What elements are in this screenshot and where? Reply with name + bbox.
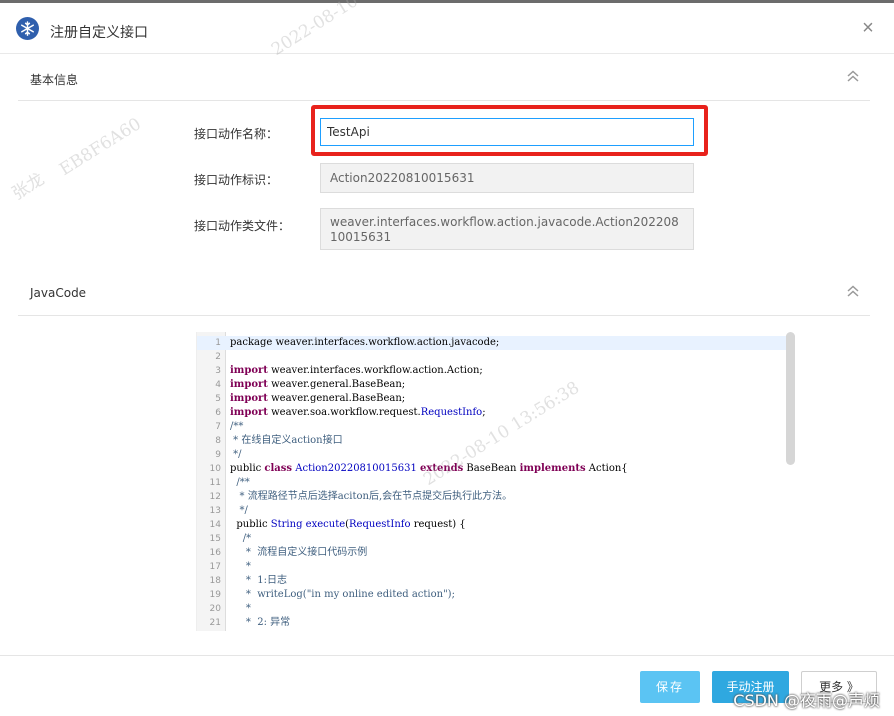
code-line[interactable]: 9 */ <box>197 448 787 462</box>
line-number: 14 <box>209 520 221 530</box>
code-text: * 在线自定义action接口 <box>230 435 343 446</box>
java-code-editor[interactable]: 1 package weaver.interfaces.workflow.acti… <box>196 332 796 631</box>
code-text: * 流程自定义接口代码示例 <box>230 547 368 558</box>
watermark-code: EB8F6A60 <box>56 114 145 180</box>
line-number: 11 <box>209 478 221 488</box>
section-header-java-code: JavaCode <box>18 270 870 316</box>
line-number: 5 <box>215 394 221 404</box>
code-line[interactable]: 12 * 流程路径节点后选择aciton后,会在节点提交后执行此方法。 <box>197 490 787 504</box>
code-line[interactable]: 20 * <box>197 602 787 616</box>
code-text: */ <box>230 449 242 460</box>
line-number: 21 <box>209 618 221 628</box>
action-class-label: 接口动作类文件： <box>194 219 291 233</box>
code-line[interactable]: 21 * 2: 异常 <box>197 616 787 630</box>
code-text: /** <box>230 421 244 432</box>
action-name-input[interactable] <box>320 118 694 146</box>
action-class-value: weaver.interfaces.workflow.action.javaco… <box>320 208 694 250</box>
code-text: /* <box>230 533 252 544</box>
line-number: 12 <box>209 492 221 502</box>
code-text: * 2: 异常 <box>230 617 291 628</box>
line-number: 20 <box>209 604 221 614</box>
code-line[interactable]: 1 package weaver.interfaces.workflow.acti… <box>197 336 787 350</box>
csdn-watermark: CSDN @夜雨@声烦 <box>733 691 880 710</box>
code-text: import weaver.general.BaseBean; <box>230 379 406 390</box>
code-line[interactable]: 10 public class Action20220810015631 exte… <box>197 462 787 476</box>
code-text: import weaver.soa.workflow.request.Reque… <box>230 407 486 418</box>
line-number: 9 <box>215 450 221 460</box>
action-name-label: 接口动作名称： <box>194 127 279 141</box>
code-text: public class Action20220810015631 extend… <box>230 463 628 474</box>
code-text: import weaver.general.BaseBean; <box>230 393 406 404</box>
code-line[interactable]: 17 * <box>197 560 787 574</box>
code-text: */ <box>230 505 248 516</box>
code-line[interactable]: 11 /** <box>197 476 787 490</box>
line-number: 19 <box>209 590 221 600</box>
code-line[interactable]: 14 public String execute(RequestInfo req… <box>197 518 787 532</box>
line-number: 1 <box>215 338 221 348</box>
save-button[interactable]: 保存 <box>640 671 700 703</box>
dialog-title: 注册自定义接口 <box>50 25 148 41</box>
code-text: * 流程路径节点后选择aciton后,会在节点提交后执行此方法。 <box>230 491 513 502</box>
line-number: 6 <box>215 408 221 418</box>
code-line[interactable]: 16 * 流程自定义接口代码示例 <box>197 546 787 560</box>
line-number: 4 <box>215 380 221 390</box>
section-title-java-code: JavaCode <box>30 286 87 300</box>
section-title-basic-info: 基本信息 <box>30 73 79 87</box>
watermark-name: 张龙 <box>8 169 49 205</box>
line-number: 16 <box>209 548 221 558</box>
code-line[interactable]: 4 import weaver.general.BaseBean; <box>197 378 787 392</box>
code-line[interactable]: 7 /** <box>197 420 787 434</box>
code-editor-scrollbar-thumb[interactable] <box>786 332 795 465</box>
code-line[interactable]: 13 */ <box>197 504 787 518</box>
line-number: 13 <box>209 506 221 516</box>
code-text: * 1:日志 <box>230 575 287 586</box>
code-line[interactable]: 5 import weaver.general.BaseBean; <box>197 392 787 406</box>
line-number: 10 <box>209 464 221 474</box>
line-number: 7 <box>215 422 221 432</box>
code-text: * <box>230 603 251 614</box>
code-text: /** <box>230 477 250 488</box>
action-id-value: Action20220810015631 <box>320 163 694 193</box>
code-text: public String execute(RequestInfo reques… <box>230 519 466 530</box>
line-number: 3 <box>215 366 221 376</box>
code-line[interactable]: 2 <box>197 350 787 364</box>
code-line[interactable]: 15 /* <box>197 532 787 546</box>
snowflake-icon <box>16 17 39 40</box>
close-icon[interactable]: × <box>859 18 877 38</box>
register-interface-dialog: 注册自定义接口 × 基本信息 接口动作名称： 接口动作标识： Action202… <box>0 0 894 716</box>
code-line[interactable]: 8 * 在线自定义action接口 <box>197 434 787 448</box>
line-number: 18 <box>209 576 221 586</box>
code-line[interactable]: 6 import weaver.soa.workflow.request.Requ… <box>197 406 787 420</box>
line-number: 15 <box>209 534 221 544</box>
code-text: import weaver.interfaces.workflow.action… <box>230 365 483 376</box>
line-number: 8 <box>215 436 221 446</box>
code-text: package weaver.interfaces.workflow.actio… <box>230 337 500 348</box>
section-header-basic-info: 基本信息 <box>18 55 870 101</box>
code-line[interactable]: 19 * writeLog("in my online edited actio… <box>197 588 787 602</box>
double-chevron-up-icon[interactable] <box>846 69 860 83</box>
line-number: 17 <box>209 562 221 572</box>
code-text: * writeLog("in my online edited action")… <box>230 589 455 600</box>
line-number: 2 <box>215 352 221 362</box>
code-text: * <box>230 561 251 572</box>
double-chevron-up-icon[interactable] <box>846 284 860 298</box>
dialog-titlebar: 注册自定义接口 × <box>0 6 894 54</box>
action-id-label: 接口动作标识： <box>194 173 279 187</box>
code-line[interactable]: 3 import weaver.interfaces.workflow.actio… <box>197 364 787 378</box>
code-line[interactable]: 18 * 1:日志 <box>197 574 787 588</box>
